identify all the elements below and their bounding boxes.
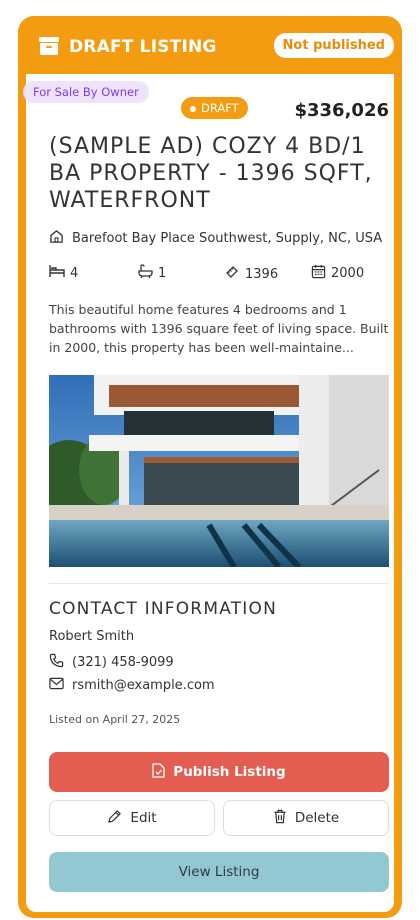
publish-listing-button[interactable]: Publish Listing	[49, 752, 389, 792]
bath-icon	[137, 264, 153, 282]
mail-icon	[49, 677, 64, 694]
dot-icon	[190, 105, 196, 112]
stat-sqft: 1396	[224, 264, 278, 284]
sqft-value: 1396	[245, 266, 279, 282]
address-text: Barefoot Bay Place Southwest, Supply, NC…	[72, 231, 383, 246]
listing-description: This beautiful home features 4 bedrooms …	[49, 302, 389, 355]
header-title: DRAFT LISTING	[69, 37, 217, 57]
year-built-value: 2000	[331, 266, 365, 281]
folder-icon	[38, 37, 60, 59]
contact-email[interactable]: rsmith@example.com	[49, 677, 215, 694]
listing-price: $336,026	[294, 100, 389, 121]
pencil-icon	[107, 809, 122, 828]
delete-button[interactable]: Delete	[223, 800, 389, 836]
listing-title: (SAMPLE AD) COZY 4 BD/1 BA PROPERTY - 13…	[49, 134, 373, 213]
draft-badge-label: DRAFT	[201, 101, 239, 115]
calendar-icon	[311, 264, 326, 283]
bed-icon	[49, 264, 65, 282]
document-check-icon	[152, 762, 165, 782]
listing-photo[interactable]	[49, 375, 389, 567]
contact-heading: CONTACT INFORMATION	[49, 599, 277, 619]
section-divider	[49, 583, 389, 584]
publish-label: Publish Listing	[173, 764, 286, 780]
draft-badge: DRAFT	[181, 97, 248, 119]
listing-address: Barefoot Bay Place Southwest, Supply, NC…	[49, 229, 382, 248]
phone-text: (321) 458-9099	[72, 655, 174, 670]
edit-label: Edit	[130, 810, 157, 826]
bathrooms-value: 1	[158, 265, 167, 281]
view-label: View Listing	[178, 864, 260, 880]
delete-label: Delete	[294, 810, 340, 826]
home-icon	[49, 229, 64, 248]
email-text: rsmith@example.com	[72, 678, 215, 693]
contact-phone[interactable]: (321) 458-9099	[49, 653, 174, 672]
edit-button[interactable]: Edit	[49, 800, 215, 836]
bedrooms-value: 4	[70, 265, 79, 281]
listed-date: Listed on April 27, 2025	[49, 713, 181, 726]
stat-bathrooms: 1	[137, 264, 166, 282]
status-badge: Not published	[273, 33, 394, 58]
phone-icon	[49, 653, 64, 672]
stat-bedrooms: 4	[49, 264, 78, 282]
contact-name: Robert Smith	[49, 629, 135, 644]
trash-icon	[273, 809, 287, 828]
card-header: DRAFT LISTING Not published	[18, 16, 402, 74]
stat-year-built: 2000	[311, 264, 364, 283]
view-listing-button[interactable]: View Listing	[49, 852, 389, 892]
ruler-icon	[224, 264, 240, 284]
sale-type-badge: For Sale By Owner	[23, 81, 149, 103]
